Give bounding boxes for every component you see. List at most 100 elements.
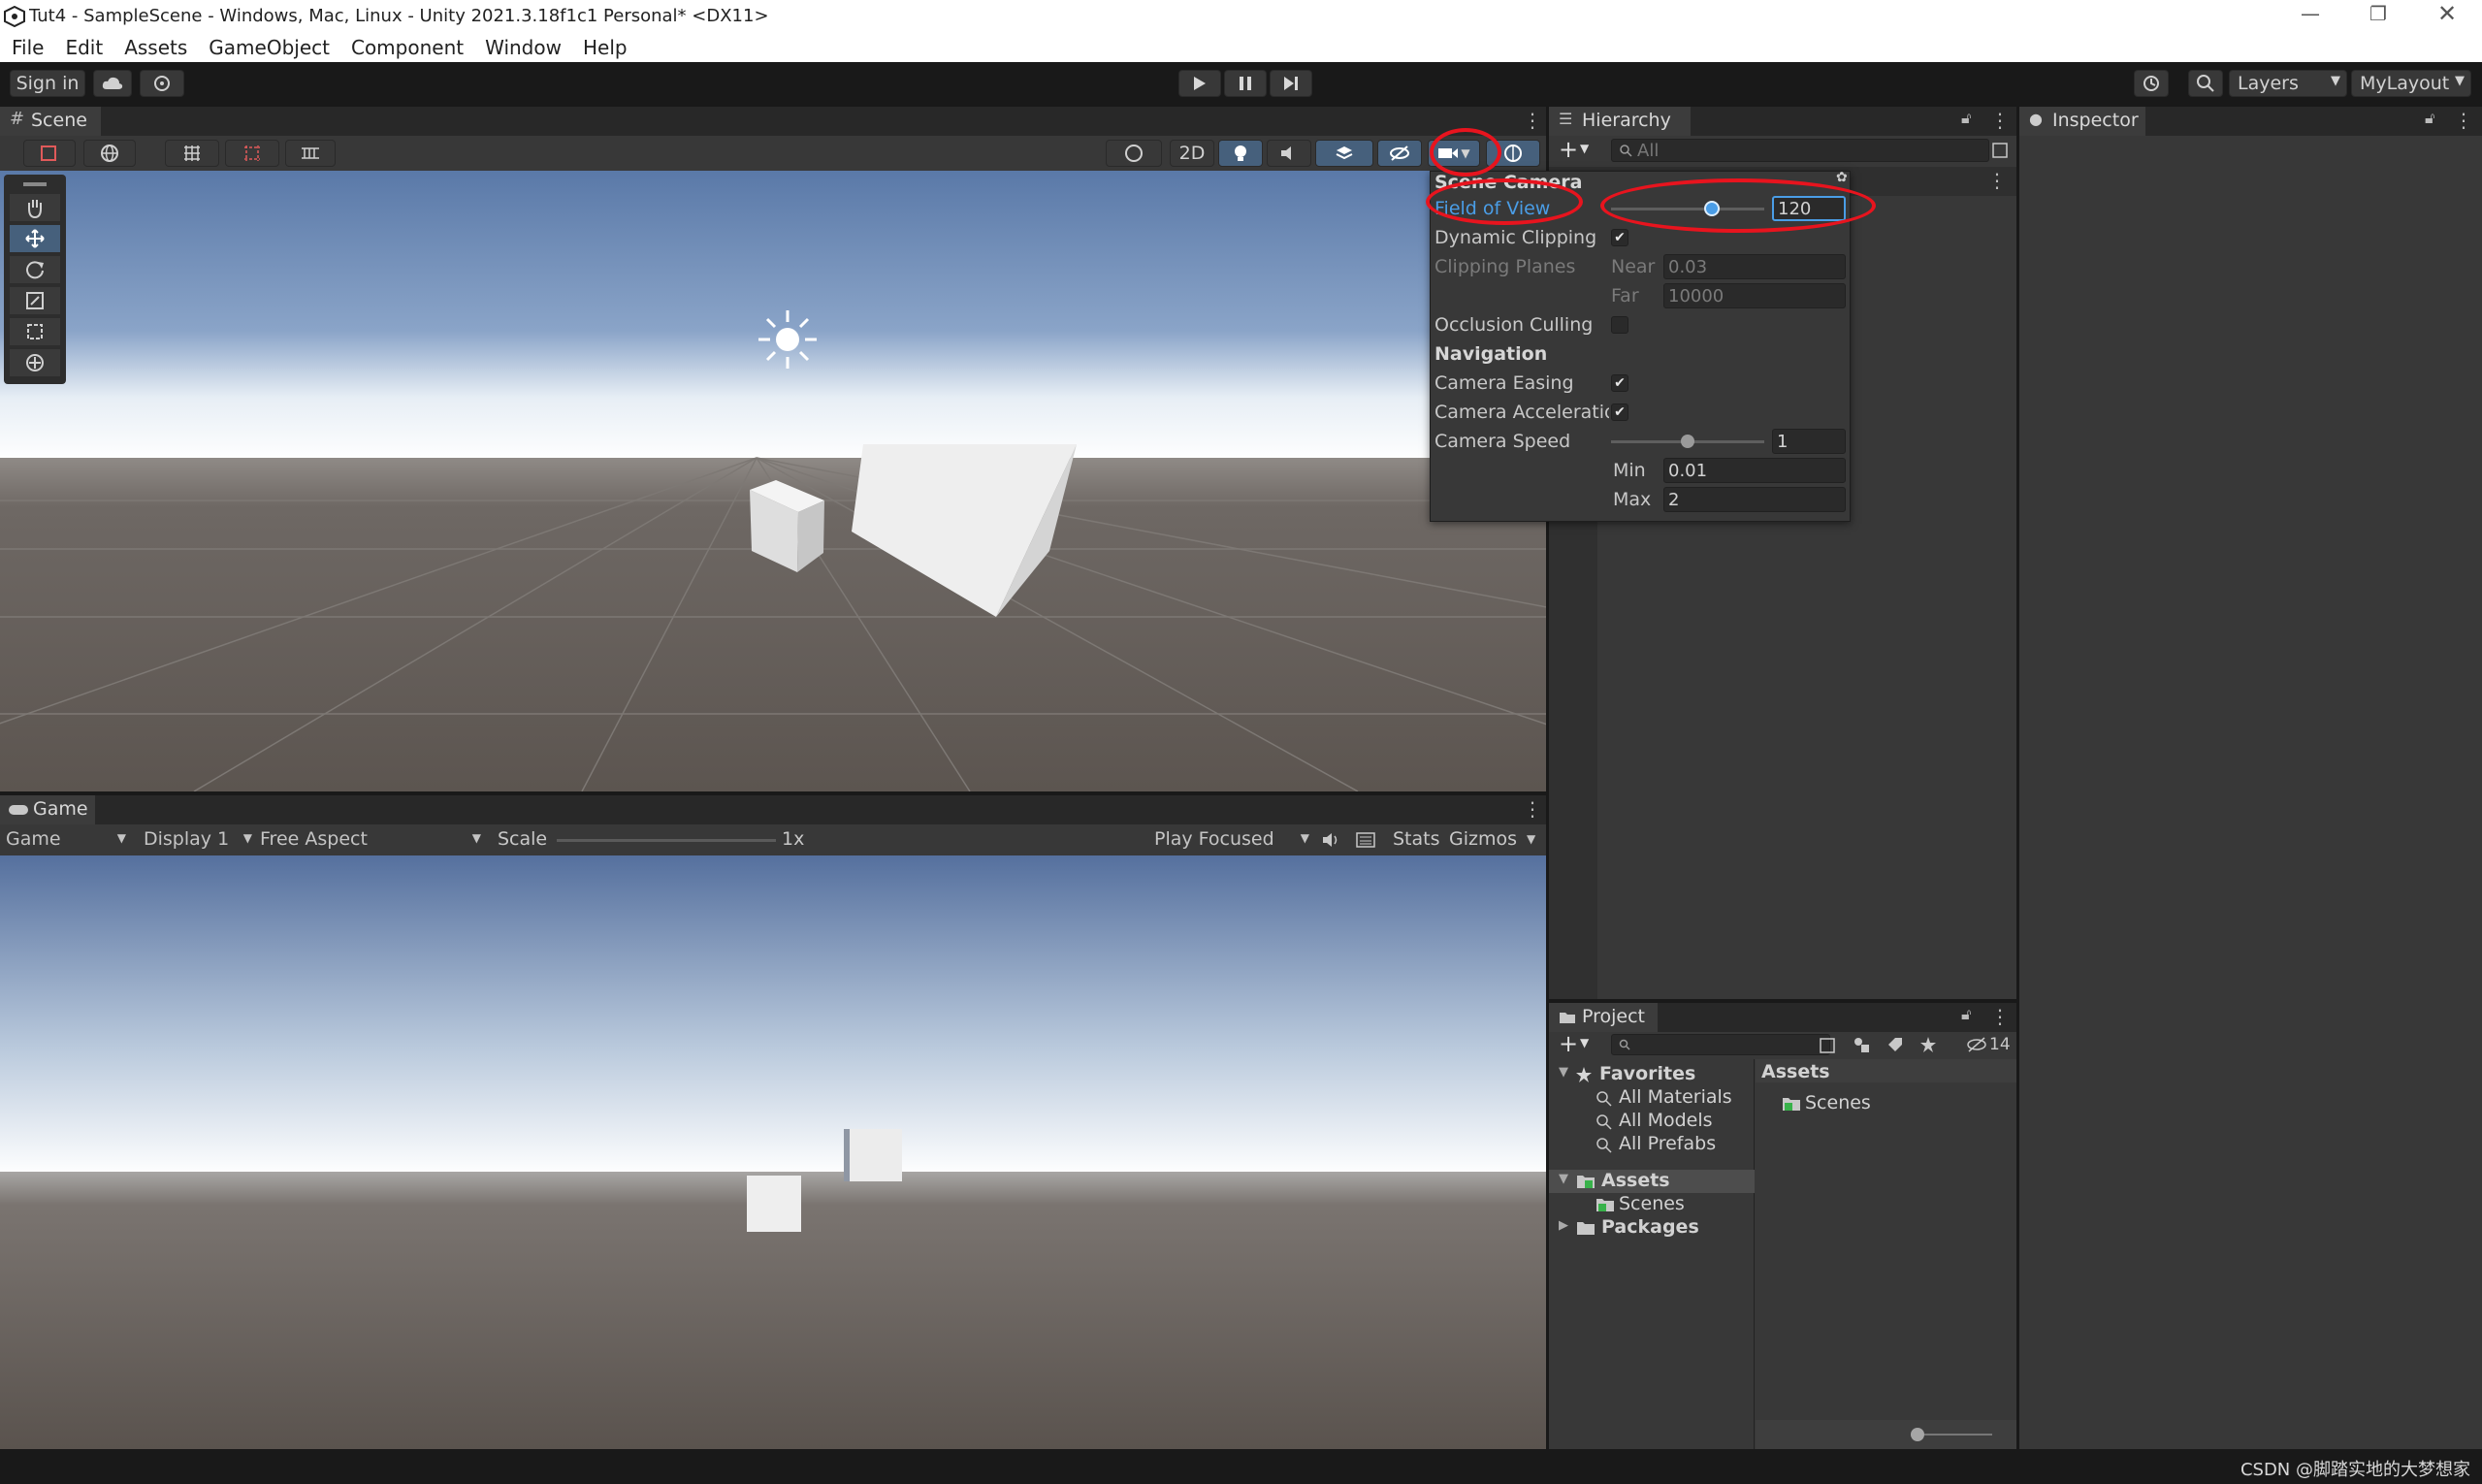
display-select[interactable]: Display 1 ▼ xyxy=(144,828,252,852)
drag-handle[interactable] xyxy=(23,182,47,186)
cloud-button[interactable] xyxy=(93,70,132,97)
transform-tool-button[interactable] xyxy=(10,349,60,376)
menu-assets[interactable]: Assets xyxy=(124,36,187,59)
tree-favorites[interactable]: Favorites xyxy=(1599,1063,1695,1084)
layout-dropdown[interactable]: MyLayout ▼ xyxy=(2351,70,2471,97)
collab-button[interactable] xyxy=(140,70,184,97)
game-view-select[interactable]: Game ▼ xyxy=(6,828,126,852)
history-button[interactable] xyxy=(2134,70,2169,97)
create-asset-button[interactable]: + xyxy=(1559,1030,1578,1057)
tree-scenes[interactable]: Scenes xyxy=(1619,1193,1685,1214)
camera-easing-checkbox[interactable]: ✔ xyxy=(1611,374,1628,392)
game-gizmos-button[interactable]: Gizmos xyxy=(1449,828,1517,850)
grid-snap-button[interactable] xyxy=(165,140,219,167)
expand-arrow-icon[interactable]: ▼ xyxy=(1559,1065,1568,1080)
lock-icon[interactable]: 🔓︎ xyxy=(1961,1005,1971,1024)
star-icon[interactable] xyxy=(1919,1036,1937,1053)
eye-slash-icon[interactable] xyxy=(1966,1037,1987,1052)
speed-slider-knob[interactable] xyxy=(1681,435,1694,448)
label-filter-icon[interactable] xyxy=(1886,1036,1904,1053)
lighting-button[interactable] xyxy=(1218,140,1263,167)
content-item-scenes[interactable]: Scenes xyxy=(1805,1092,1871,1113)
camera-acceleration-checkbox[interactable]: ✔ xyxy=(1611,403,1628,421)
chevron-down-icon[interactable]: ▼ xyxy=(1580,1036,1589,1049)
tab-game[interactable]: Game xyxy=(0,795,95,824)
rotate-tool-button[interactable] xyxy=(10,256,60,283)
tab-project[interactable]: Project xyxy=(1549,1003,1658,1032)
near-input[interactable]: 0.03 xyxy=(1663,254,1846,279)
type-filter-icon[interactable] xyxy=(1852,1036,1871,1053)
icon-size-knob[interactable] xyxy=(1911,1428,1924,1441)
expand-arrow-icon[interactable]: ▼ xyxy=(1559,1172,1568,1186)
far-input[interactable]: 10000 xyxy=(1663,283,1846,308)
search-options-icon[interactable] xyxy=(1991,142,2009,159)
move-tool-button[interactable] xyxy=(10,225,60,252)
tab-inspector[interactable]: ● Inspector xyxy=(2019,107,2145,136)
scene-more-icon[interactable]: ⋮ xyxy=(1523,109,1542,132)
add-object-button[interactable]: + xyxy=(1559,136,1578,163)
tree-all-materials[interactable]: All Materials xyxy=(1619,1086,1732,1108)
restore-button[interactable]: ❐ xyxy=(2369,2,2387,25)
menu-gameobject[interactable]: GameObject xyxy=(209,36,330,59)
layers-dropdown[interactable]: Layers ▼ xyxy=(2229,70,2347,97)
dynamic-clipping-checkbox[interactable]: ✔ xyxy=(1611,229,1628,246)
chevron-down-icon[interactable]: ▼ xyxy=(1527,832,1535,846)
close-window-button[interactable]: ✕ xyxy=(2437,0,2457,27)
speaker-icon[interactable] xyxy=(1321,832,1340,848)
menu-help[interactable]: Help xyxy=(583,36,628,59)
search-options-icon[interactable] xyxy=(1819,1037,1836,1054)
tree-all-prefabs[interactable]: All Prefabs xyxy=(1619,1133,1716,1154)
inspector-more-icon[interactable]: ⋮ xyxy=(2454,109,2473,132)
menu-edit[interactable]: Edit xyxy=(65,36,103,59)
pause-button[interactable] xyxy=(1224,70,1267,97)
content-breadcrumb[interactable]: Assets xyxy=(1761,1061,1830,1082)
shading-mode-button[interactable] xyxy=(1106,140,1162,167)
menu-component[interactable]: Component xyxy=(351,36,464,59)
search-button[interactable] xyxy=(2188,70,2223,97)
game-more-icon[interactable]: ⋮ xyxy=(1523,797,1542,821)
collapse-arrow-icon[interactable]: ▶ xyxy=(1559,1218,1568,1233)
increment-snap-button[interactable] xyxy=(225,140,279,167)
hierarchy-more-icon[interactable]: ⋮ xyxy=(1990,109,2010,132)
scale-tool-button[interactable] xyxy=(10,287,60,314)
game-viewport[interactable] xyxy=(0,855,1546,1449)
project-search-input[interactable] xyxy=(1611,1034,1830,1055)
hand-tool-button[interactable] xyxy=(10,194,60,221)
sign-in-button[interactable]: Sign in xyxy=(10,70,85,97)
stats-button[interactable]: Stats xyxy=(1393,828,1440,850)
chevron-down-icon[interactable]: ▼ xyxy=(1580,142,1589,155)
lock-icon[interactable]: 🔓︎ xyxy=(1961,109,1971,128)
project-more-icon[interactable]: ⋮ xyxy=(1990,1005,2010,1028)
rect-tool-button[interactable] xyxy=(10,318,60,345)
hidden-objects-button[interactable] xyxy=(1377,140,1422,167)
ruler-button[interactable] xyxy=(285,140,336,167)
minimize-button[interactable]: — xyxy=(2301,2,2320,25)
effects-button[interactable] xyxy=(1315,140,1373,167)
scene-viewport[interactable] xyxy=(0,171,1546,791)
aspect-select[interactable]: Free Aspect ▼ xyxy=(260,828,481,852)
audio-button[interactable] xyxy=(1267,140,1311,167)
row-more-icon[interactable]: ⋮ xyxy=(1987,169,2007,192)
global-button[interactable] xyxy=(83,140,136,167)
tree-all-models[interactable]: All Models xyxy=(1619,1110,1713,1131)
play-button[interactable] xyxy=(1178,70,1221,97)
lock-icon[interactable]: 🔓︎ xyxy=(2425,109,2434,128)
play-mode-select[interactable]: Play Focused ▼ xyxy=(1154,828,1309,852)
tab-hierarchy[interactable]: ☰ Hierarchy xyxy=(1549,107,1691,136)
tool-handle-button[interactable] xyxy=(23,140,76,167)
hierarchy-search-input[interactable]: All xyxy=(1611,139,1989,162)
occlusion-culling-checkbox[interactable] xyxy=(1611,316,1628,334)
scale-slider[interactable] xyxy=(557,839,776,842)
max-speed-input[interactable]: 2 xyxy=(1663,487,1846,512)
tab-scene[interactable]: # Scene xyxy=(0,107,101,136)
tree-packages[interactable]: Packages xyxy=(1601,1216,1699,1238)
toggle-2d-button[interactable]: 2D xyxy=(1170,140,1214,167)
min-speed-input[interactable]: 0.01 xyxy=(1663,458,1846,483)
step-button[interactable] xyxy=(1270,70,1312,97)
speed-input[interactable]: 1 xyxy=(1772,429,1846,454)
menu-file[interactable]: File xyxy=(12,36,44,59)
keyboard-icon[interactable] xyxy=(1356,831,1375,849)
settings-gear-icon[interactable]: ✿ xyxy=(1836,170,1848,185)
search-icon xyxy=(1619,1039,1630,1050)
menu-window[interactable]: Window xyxy=(485,36,562,59)
